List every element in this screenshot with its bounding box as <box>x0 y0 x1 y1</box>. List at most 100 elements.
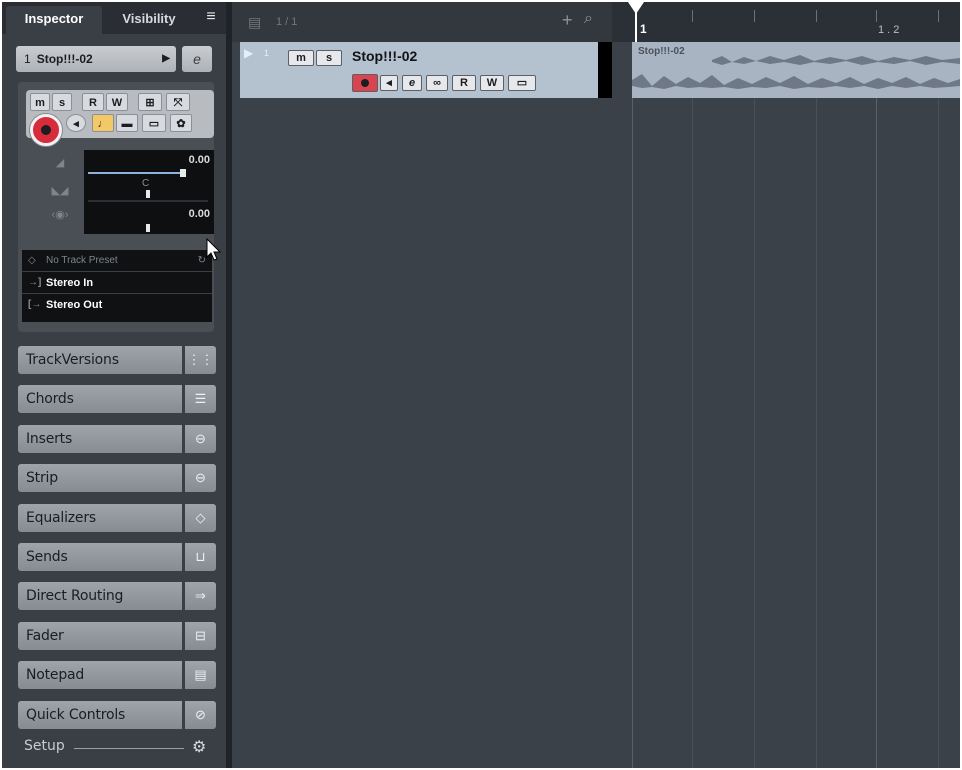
direct-routing-icon[interactable]: ⇒ <box>185 582 216 610</box>
equalizer-icon[interactable]: ◇ <box>185 504 216 532</box>
section-label[interactable]: Chords <box>18 385 182 413</box>
track-preset-selector[interactable]: ◇ No Track Preset ↻ <box>22 250 212 272</box>
inspector-section-direct-routing[interactable]: Direct Routing ⇒ <box>18 582 216 610</box>
pan-track <box>88 200 208 202</box>
audio-event[interactable]: Stop!!!-02 <box>632 42 960 98</box>
lock-icon[interactable]: ▬ <box>116 114 138 132</box>
section-label[interactable]: Quick Controls <box>18 701 182 729</box>
sends-icon[interactable]: ⊔ <box>185 543 216 571</box>
play-arrow-icon: ▶ <box>244 46 254 60</box>
output-routing[interactable]: [→ Stereo Out <box>22 294 212 316</box>
track-solo-button[interactable]: s <box>316 50 342 66</box>
reset-icon[interactable]: ↻ <box>198 250 206 272</box>
inspector-section-inserts[interactable]: Inserts ⊖ <box>18 425 216 453</box>
tab-visibility[interactable]: Visibility <box>106 6 192 34</box>
volume-pan-area: ◢ ◣◢ ‹◉› 0.00 C 0.00 <box>26 146 214 234</box>
output-icon: [→ <box>28 299 42 310</box>
track-preset-label: No Track Preset <box>46 255 118 266</box>
inspector-controls: m s R W ⊞ ⤧ ◂ ♩ ▬ ▭ ✿ ◢ ◣◢ ‹◉› 0.00 C 0.… <box>18 82 214 332</box>
project-window[interactable]: 1 1 . 2 Stop!!!-02 <box>612 2 960 768</box>
grid-line <box>876 42 877 768</box>
musical-time-icon[interactable]: ♩ <box>92 114 114 132</box>
ruler-bar-1: 1 <box>640 22 647 36</box>
read-automation-button[interactable]: R <box>82 93 104 111</box>
ruler-tick <box>938 10 939 22</box>
inspector-tab-bar: Inspector Visibility ≡ <box>2 2 226 34</box>
freeze-icon[interactable]: ⤧ <box>166 93 190 111</box>
volume-pan-display[interactable]: 0.00 C 0.00 <box>84 150 214 234</box>
track-versions-icon[interactable]: ⋮⋮ <box>185 346 216 374</box>
search-icon[interactable]: ⌕ <box>584 10 593 28</box>
ruler-tick <box>692 10 693 22</box>
track-row[interactable]: ▶ 1 m s Stop!!!-02 ◂ e ∞ R W ▭ <box>240 42 612 98</box>
pan-icon: ◣◢ <box>51 185 69 197</box>
audio-event-name: Stop!!!-02 <box>638 46 685 57</box>
track-lanes-icon[interactable]: ▭ <box>508 75 536 91</box>
inspector-section-chords[interactable]: Chords ☰ <box>18 385 216 413</box>
delay-slider-knob[interactable] <box>146 224 150 232</box>
grid-line <box>938 42 939 768</box>
track-button-grid: m s R W ⊞ ⤧ ◂ ♩ ▬ ▭ ✿ <box>26 90 214 146</box>
pan-slider-knob[interactable] <box>146 190 150 198</box>
setup-label: Setup <box>24 738 65 754</box>
track-read-button[interactable]: R <box>452 75 476 91</box>
track-edit-icon[interactable]: e <box>402 75 422 91</box>
track-list-header: ▤ 1 / 1 + ⌕ <box>232 2 612 42</box>
monitor-icon[interactable]: ◂ <box>66 114 86 132</box>
edit-channel-icon[interactable]: e <box>182 46 212 72</box>
inspector-section-quick-controls[interactable]: Quick Controls ⊘ <box>18 701 216 729</box>
inspector-section-sends[interactable]: Sends ⊔ <box>18 543 216 571</box>
hamburger-icon[interactable]: ≡ <box>202 9 220 26</box>
inspector-section-trackversions[interactable]: TrackVersions ⋮⋮ <box>18 346 216 374</box>
lanes-display-icon[interactable]: ▭ <box>142 114 166 132</box>
inspector-track-name: Stop!!!-02 <box>36 52 93 66</box>
solo-button[interactable]: s <box>52 93 72 111</box>
notepad-icon[interactable]: ▤ <box>185 661 216 689</box>
section-label[interactable]: Strip <box>18 464 182 492</box>
track-record-button[interactable] <box>352 74 378 92</box>
volume-slider[interactable] <box>88 172 184 174</box>
grid-line <box>692 42 693 768</box>
record-enable-button[interactable] <box>30 114 62 146</box>
mute-button[interactable]: m <box>30 93 50 111</box>
inspector-setup[interactable]: Setup ⚙ <box>24 738 214 758</box>
fader-icon[interactable]: ⊟ <box>185 622 216 650</box>
section-label[interactable]: TrackVersions <box>18 346 182 374</box>
inspector-track-header: 1 Stop!!!-02 ▶ e <box>16 46 226 74</box>
section-label[interactable]: Notepad <box>18 661 182 689</box>
lane-icon[interactable]: ⊞ <box>138 93 162 111</box>
inspector-section-equalizers[interactable]: Equalizers ◇ <box>18 504 216 532</box>
gear-icon[interactable]: ⚙ <box>192 737 206 757</box>
settings-icon[interactable]: ✿ <box>170 114 192 132</box>
chords-icon[interactable]: ☰ <box>185 385 216 413</box>
strip-icon[interactable]: ⊖ <box>185 464 216 492</box>
timeline-ruler[interactable]: 1 1 . 2 <box>612 2 960 42</box>
section-label[interactable]: Direct Routing <box>18 582 182 610</box>
section-label[interactable]: Fader <box>18 622 182 650</box>
section-label[interactable]: Equalizers <box>18 504 182 532</box>
write-automation-button[interactable]: W <box>106 93 128 111</box>
inserts-icon[interactable]: ⊖ <box>185 425 216 453</box>
section-label[interactable]: Inserts <box>18 425 182 453</box>
track-list-icon[interactable]: ▤ <box>248 14 261 31</box>
inspector-section-strip[interactable]: Strip ⊖ <box>18 464 216 492</box>
track-link-icon[interactable]: ∞ <box>426 75 448 91</box>
section-label[interactable]: Sends <box>18 543 182 571</box>
inspector-track-name-button[interactable]: 1 Stop!!!-02 ▶ <box>16 46 176 72</box>
volume-slider-knob[interactable] <box>180 169 186 177</box>
track-row-number: 1 <box>264 48 270 58</box>
inspector-section-fader[interactable]: Fader ⊟ <box>18 622 216 650</box>
add-track-icon[interactable]: + <box>562 10 573 31</box>
ruler-tick <box>816 10 817 22</box>
track-row-name[interactable]: Stop!!!-02 <box>352 48 417 64</box>
preset-icon: ◇ <box>28 255 36 266</box>
track-write-button[interactable]: W <box>480 75 504 91</box>
tab-inspector[interactable]: Inspector <box>6 6 102 34</box>
play-arrow-icon: ▶ <box>162 53 170 64</box>
quick-controls-icon[interactable]: ⊘ <box>185 701 216 729</box>
input-routing[interactable]: →] Stereo In <box>22 272 212 294</box>
track-mute-button[interactable]: m <box>288 50 314 66</box>
output-routing-label: Stereo Out <box>46 299 103 311</box>
inspector-section-notepad[interactable]: Notepad ▤ <box>18 661 216 689</box>
track-monitor-icon[interactable]: ◂ <box>380 75 398 91</box>
